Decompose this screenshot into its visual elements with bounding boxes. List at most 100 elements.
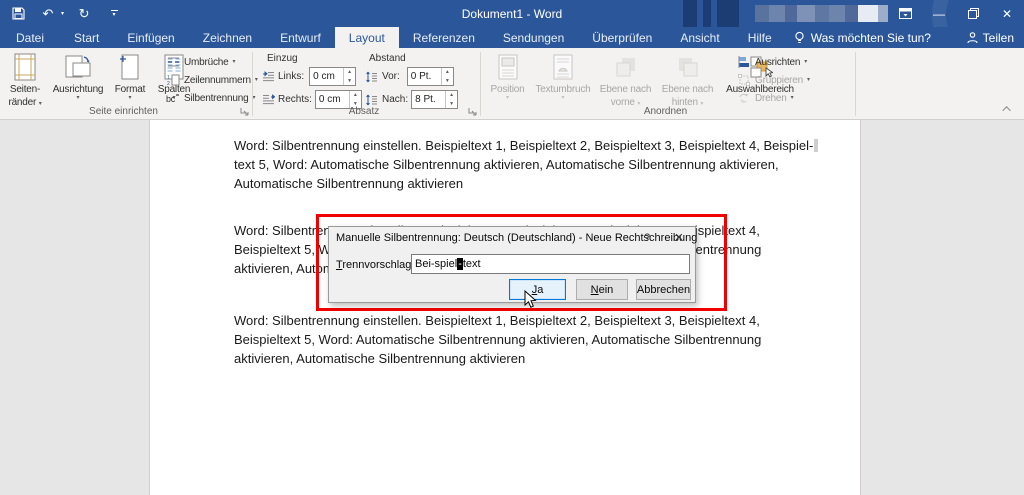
ribbon: Seiten- ränder ▾ Ausrichtung ▾ Format ▾ <box>0 48 1024 120</box>
seitenraender-button[interactable]: Seiten- ränder ▾ <box>3 50 47 108</box>
textumbruch-button: Textumbruch ▾ <box>532 50 594 108</box>
text-wrap-icon <box>553 52 573 82</box>
titlebar-art <box>683 0 697 27</box>
vor-input[interactable] <box>407 68 441 85</box>
ja-button[interactable]: Ja <box>509 279 566 300</box>
tab-ansicht[interactable]: Ansicht <box>666 27 733 48</box>
group-absatz: Einzug Abstand Links: ▲▼ Rechts: <box>253 48 481 120</box>
group-label-anordnen: Anordnen <box>643 106 688 117</box>
collapse-ribbon-icon[interactable] <box>1000 103 1016 115</box>
group-objects-icon <box>737 73 751 87</box>
ausrichtung-button[interactable]: Ausrichtung ▾ <box>49 50 107 108</box>
dialog-launcher-icon[interactable] <box>467 106 478 117</box>
tab-datei[interactable]: Datei <box>0 27 60 48</box>
position-button: Position ▾ <box>484 50 531 108</box>
line-numbers-icon: 12 <box>166 73 180 87</box>
dropdown-arrow-icon: ▾ <box>790 95 794 101</box>
silbentrennung-button[interactable]: bc Silbentrennung ▾ <box>166 91 258 105</box>
hyphenation-marker <box>814 139 819 152</box>
zeilennummern-button[interactable]: 12 Zeilennummern ▾ <box>166 73 258 87</box>
group-seite-einrichten: Seiten- ränder ▾ Ausrichtung ▾ Format ▾ <box>0 48 258 120</box>
group-label-absatz: Absatz <box>348 106 380 117</box>
save-icon[interactable] <box>8 4 28 24</box>
tab-sendungen[interactable]: Sendungen <box>489 27 578 48</box>
position-icon <box>498 52 518 82</box>
ebene-vorne-label1: Ebene nach <box>599 84 652 95</box>
format-label: Format <box>114 84 146 95</box>
hyphen-text-before: Bei-spiel <box>415 258 458 270</box>
svg-text:bc: bc <box>166 94 176 104</box>
tab-entwurf[interactable]: Entwurf <box>266 27 335 48</box>
umbrueche-button[interactable]: Umbrüche ▾ <box>166 55 258 69</box>
drehen-button: Drehen ▾ <box>737 91 810 105</box>
svg-text:2: 2 <box>167 81 170 86</box>
dropdown-arrow-icon: ▾ <box>128 95 132 101</box>
tab-layout[interactable]: Layout <box>334 27 399 48</box>
dialog-launcher-icon[interactable] <box>239 106 250 117</box>
abstand-heading: Abstand <box>369 53 406 64</box>
silbentrennung-label: Silbentrennung <box>184 92 249 104</box>
lightbulb-icon <box>794 31 805 45</box>
tell-me-label: Was möchten Sie tun? <box>810 30 931 45</box>
nein-button[interactable]: Nein <box>576 279 628 300</box>
undo-icon[interactable]: ↶ <box>38 4 58 24</box>
redacted-account-name <box>755 5 888 22</box>
dialog-close-icon[interactable]: ✕ <box>663 227 695 248</box>
page-size-icon <box>119 52 141 82</box>
nach-label: Nach: <box>382 94 409 105</box>
redo-icon[interactable]: ↻ <box>74 4 94 24</box>
group-label-seite: Seite einrichten <box>89 106 158 117</box>
orientation-icon <box>64 52 92 82</box>
word-window: ↶ ▾ ↻ ▾ Dokument1 - Word — ✕ Datei Start… <box>0 0 1024 495</box>
rotate-icon <box>737 91 751 105</box>
share-button[interactable]: Teilen <box>967 27 1014 48</box>
document-area: Word: Silbentrennung einstellen. Beispie… <box>0 120 1024 495</box>
format-button[interactable]: Format ▾ <box>109 50 151 108</box>
titlebar: ↶ ▾ ↻ ▾ Dokument1 - Word — ✕ <box>0 0 1024 70</box>
links-spinbox: ▲▼ <box>309 67 357 86</box>
ausrichten-button[interactable]: Ausrichten ▾ <box>737 55 810 69</box>
align-objects-icon <box>737 55 751 69</box>
ebene-hinten-label1: Ebene nach <box>661 84 714 95</box>
tab-einfuegen[interactable]: Einfügen <box>113 27 188 48</box>
person-icon <box>967 31 978 44</box>
rechts-label: Rechts: <box>278 94 312 105</box>
bring-forward-icon <box>614 52 638 82</box>
links-label: Links: <box>278 71 305 82</box>
tell-me-box[interactable]: Was möchten Sie tun? <box>786 27 939 48</box>
close-icon[interactable]: ✕ <box>990 0 1024 27</box>
vor-spinner[interactable]: ▲ ▼ <box>440 68 453 85</box>
minimize-icon[interactable]: — <box>922 0 956 27</box>
vor-label: Vor: <box>382 71 400 82</box>
window-controls: — ✕ <box>888 0 1024 27</box>
gruppieren-button: Gruppieren ▾ <box>737 73 810 87</box>
trennvorschlag-input[interactable]: Bei-spiel - text <box>411 254 690 274</box>
indent-left-icon <box>261 70 275 84</box>
undo-dropdown-icon[interactable]: ▾ <box>61 10 64 17</box>
ribbon-display-options-icon[interactable] <box>888 0 922 27</box>
dropdown-arrow-icon: ▾ <box>561 95 565 101</box>
links-spinner[interactable]: ▲ ▼ <box>343 68 355 85</box>
abbrechen-button[interactable]: Abbrechen <box>636 279 691 300</box>
ribbon-tabs: Datei Start Einfügen Zeichnen Entwurf La… <box>0 27 1024 48</box>
dropdown-arrow-icon: ▾ <box>804 59 808 65</box>
paragraph-3: Word: Silbentrennung einstellen. Beispie… <box>234 313 762 366</box>
links-input[interactable] <box>310 68 344 85</box>
tab-zeichnen[interactable]: Zeichnen <box>189 27 266 48</box>
breaks-icon <box>166 55 180 69</box>
customize-qat-icon[interactable]: ▾ <box>104 4 124 24</box>
einzug-heading: Einzug <box>267 53 298 64</box>
tab-hilfe[interactable]: Hilfe <box>734 27 786 48</box>
document-page[interactable]: Word: Silbentrennung einstellen. Beispie… <box>149 120 861 495</box>
manual-hyphenation-dialog: Manuelle Silbentrennung: Deutsch (Deutsc… <box>328 226 697 303</box>
tab-referenzen[interactable]: Referenzen <box>399 27 489 48</box>
quick-access-toolbar: ↶ ▾ ↻ ▾ <box>8 0 124 27</box>
textumbruch-label: Textumbruch <box>535 84 591 95</box>
paragraph-1: Word: Silbentrennung einstellen. Beispie… <box>234 136 819 193</box>
tab-ueberpruefen[interactable]: Überprüfen <box>578 27 666 48</box>
group-separator <box>855 52 856 116</box>
dialog-help-icon[interactable]: ? <box>631 227 663 248</box>
tab-start[interactable]: Start <box>60 27 113 48</box>
restore-icon[interactable] <box>956 0 990 27</box>
ebene-nach-hinten-button: Ebene nach hinten ▾ <box>657 50 718 108</box>
